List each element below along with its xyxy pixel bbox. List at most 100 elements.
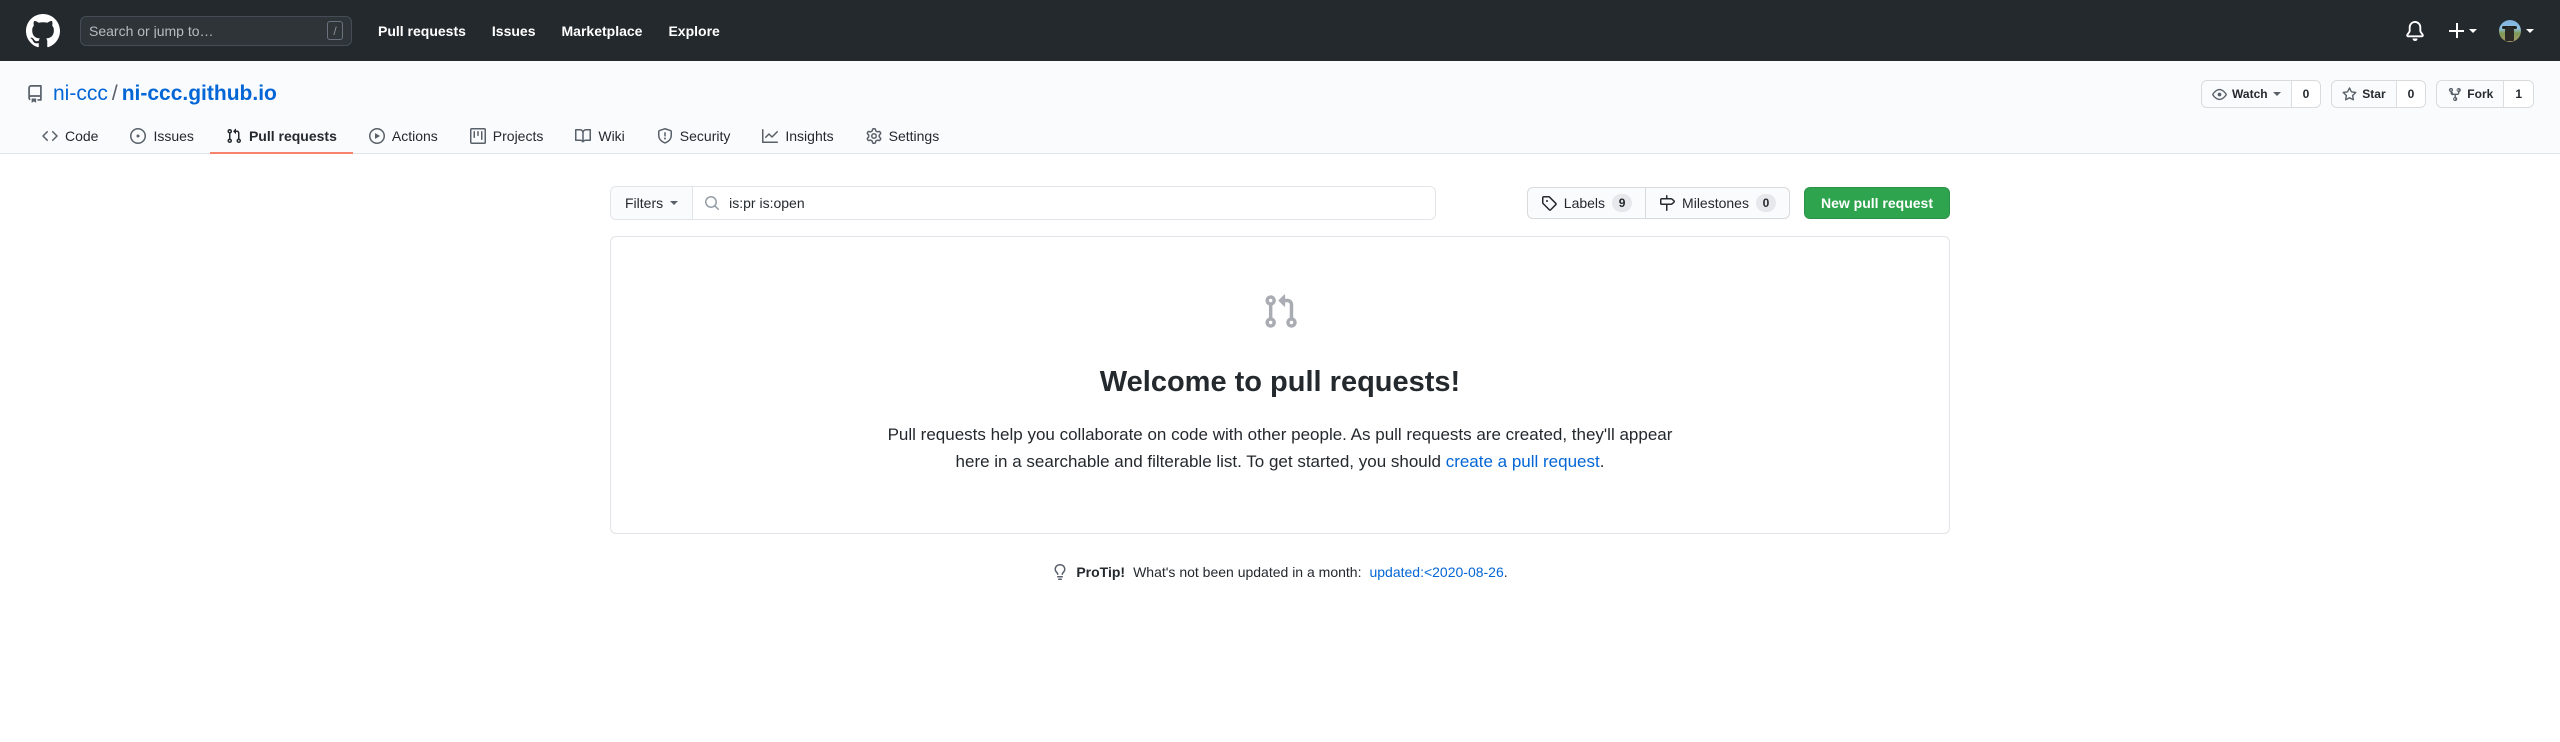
tab-settings[interactable]: Settings bbox=[850, 120, 956, 154]
tab-insights[interactable]: Insights bbox=[746, 120, 849, 154]
star-button[interactable]: Star bbox=[2332, 81, 2396, 107]
play-icon bbox=[368, 128, 385, 144]
blankslate-card: Welcome to pull requests! Pull requests … bbox=[610, 236, 1950, 534]
fork-button-group: Fork 1 bbox=[2436, 80, 2534, 108]
labels-milestones-group: Labels 9 Milestones 0 bbox=[1526, 187, 1790, 219]
tab-projects[interactable]: Projects bbox=[454, 120, 560, 154]
protip-text: What's not been updated in a month: bbox=[1133, 563, 1362, 580]
tab-actions[interactable]: Actions bbox=[353, 120, 454, 154]
main-content: Filters is:pr is:open Labels 9 Milestone… bbox=[0, 154, 2560, 580]
avatar-detail bbox=[2505, 26, 2514, 41]
breadcrumb: ni-ccc / ni-ccc.github.io bbox=[53, 81, 277, 107]
tab-projects-label: Projects bbox=[492, 128, 544, 144]
search-input[interactable]: Search or jump to… / bbox=[80, 15, 352, 46]
protip-bold-label: ProTip! bbox=[1076, 563, 1126, 580]
header-right-actions bbox=[2405, 19, 2534, 42]
code-icon bbox=[42, 130, 58, 142]
create-new-menu[interactable] bbox=[2449, 23, 2477, 38]
search-placeholder: Search or jump to… bbox=[89, 23, 214, 38]
filters-and-search: Filters is:pr is:open bbox=[610, 186, 1436, 220]
watch-button-group: Watch 0 bbox=[2201, 80, 2322, 108]
repository-nav-tabs: Code Issues Pull requests Actions Projec… bbox=[26, 119, 2534, 154]
global-nav: Pull requests Issues Marketplace Explore bbox=[378, 23, 720, 39]
milestones-count: 0 bbox=[1755, 194, 1776, 212]
toolbar-right-actions: Labels 9 Milestones 0 New pull request bbox=[1526, 187, 1950, 219]
tab-code-label: Code bbox=[65, 128, 99, 144]
chevron-down-icon bbox=[670, 201, 679, 205]
star-icon bbox=[2342, 86, 2357, 101]
star-label: Star bbox=[2362, 87, 2386, 101]
labels-count: 9 bbox=[1612, 194, 1633, 212]
repo-icon bbox=[26, 85, 44, 103]
nav-explore[interactable]: Explore bbox=[668, 23, 719, 39]
graph-icon bbox=[762, 129, 779, 143]
repository-header: ni-ccc / ni-ccc.github.io Watch 0 Star 0… bbox=[0, 61, 2560, 154]
nav-marketplace[interactable]: Marketplace bbox=[562, 23, 643, 39]
watch-label: Watch bbox=[2232, 87, 2268, 101]
tab-issues[interactable]: Issues bbox=[114, 120, 209, 154]
labels-label: Labels bbox=[1563, 195, 1606, 211]
tab-settings-label: Settings bbox=[888, 128, 940, 144]
tab-security[interactable]: Security bbox=[641, 120, 747, 154]
blankslate-text-after: . bbox=[1599, 451, 1605, 471]
fork-button[interactable]: Fork bbox=[2437, 81, 2504, 107]
chevron-down-icon bbox=[2526, 28, 2534, 33]
bell-icon[interactable] bbox=[2405, 20, 2425, 41]
github-mark-icon[interactable] bbox=[26, 13, 60, 48]
milestones-label: Milestones bbox=[1682, 195, 1749, 211]
protip-query-wrap: updated:<2020-08-26. bbox=[1369, 564, 1507, 580]
create-pull-request-link[interactable]: create a pull request bbox=[1446, 452, 1600, 471]
plus-icon bbox=[2449, 23, 2464, 38]
tab-wiki[interactable]: Wiki bbox=[559, 120, 640, 154]
content-container: Filters is:pr is:open Labels 9 Milestone… bbox=[610, 186, 1950, 580]
labels-button[interactable]: Labels 9 bbox=[1528, 188, 1645, 218]
repository-title-row: ni-ccc / ni-ccc.github.io Watch 0 Star 0… bbox=[26, 61, 2534, 108]
filters-label: Filters bbox=[625, 195, 664, 211]
tab-code[interactable]: Code bbox=[26, 120, 114, 154]
milestone-icon bbox=[1660, 195, 1676, 211]
tab-wiki-label: Wiki bbox=[598, 128, 625, 144]
page-title: Welcome to pull requests! bbox=[1099, 366, 1461, 398]
tab-security-label: Security bbox=[679, 128, 731, 144]
milestones-button[interactable]: Milestones 0 bbox=[1645, 188, 1789, 218]
tab-actions-label: Actions bbox=[391, 128, 438, 144]
git-pull-request-icon bbox=[227, 128, 241, 144]
filters-dropdown[interactable]: Filters bbox=[611, 187, 694, 219]
protip: ProTip! What's not been updated in a mon… bbox=[610, 563, 1950, 580]
repo-owner-link[interactable]: ni-ccc bbox=[53, 82, 108, 105]
avatar bbox=[2499, 19, 2521, 42]
star-count[interactable]: 0 bbox=[2395, 81, 2426, 107]
breadcrumb-separator: / bbox=[111, 81, 118, 105]
search-icon bbox=[705, 196, 720, 211]
pr-search-value: is:pr is:open bbox=[729, 195, 805, 211]
eye-icon bbox=[2212, 88, 2227, 100]
search-shortcut-badge: / bbox=[327, 21, 343, 40]
repo-name-link[interactable]: ni-ccc.github.io bbox=[122, 82, 277, 105]
tab-pull-requests[interactable]: Pull requests bbox=[209, 120, 353, 154]
protip-period: . bbox=[1503, 563, 1508, 580]
pr-search-input[interactable]: is:pr is:open bbox=[693, 187, 1435, 219]
fork-count[interactable]: 1 bbox=[2503, 81, 2533, 107]
global-header: Search or jump to… / Pull requests Issue… bbox=[0, 0, 2560, 61]
protip-query-link[interactable]: updated:<2020-08-26 bbox=[1369, 564, 1503, 580]
chevron-down-icon bbox=[2469, 28, 2477, 33]
light-bulb-icon bbox=[1054, 563, 1066, 580]
shield-icon bbox=[657, 128, 672, 144]
pull-requests-toolbar: Filters is:pr is:open Labels 9 Milestone… bbox=[610, 186, 1950, 220]
tab-insights-label: Insights bbox=[785, 128, 834, 144]
nav-issues[interactable]: Issues bbox=[492, 23, 536, 39]
blankslate-description: Pull requests help you collaborate on co… bbox=[885, 422, 1675, 475]
git-pull-request-icon bbox=[643, 293, 1917, 330]
tag-icon bbox=[1541, 196, 1557, 211]
tab-issues-label: Issues bbox=[153, 128, 194, 144]
issue-opened-icon bbox=[130, 128, 147, 144]
project-icon bbox=[469, 128, 486, 144]
star-button-group: Star 0 bbox=[2331, 80, 2427, 108]
new-pull-request-button[interactable]: New pull request bbox=[1803, 187, 1950, 219]
book-icon bbox=[575, 128, 592, 143]
watch-count[interactable]: 0 bbox=[2290, 81, 2321, 107]
user-menu[interactable] bbox=[2499, 19, 2534, 42]
nav-pull-requests[interactable]: Pull requests bbox=[378, 23, 466, 39]
fork-label: Fork bbox=[2467, 87, 2494, 101]
watch-button[interactable]: Watch bbox=[2202, 81, 2291, 107]
